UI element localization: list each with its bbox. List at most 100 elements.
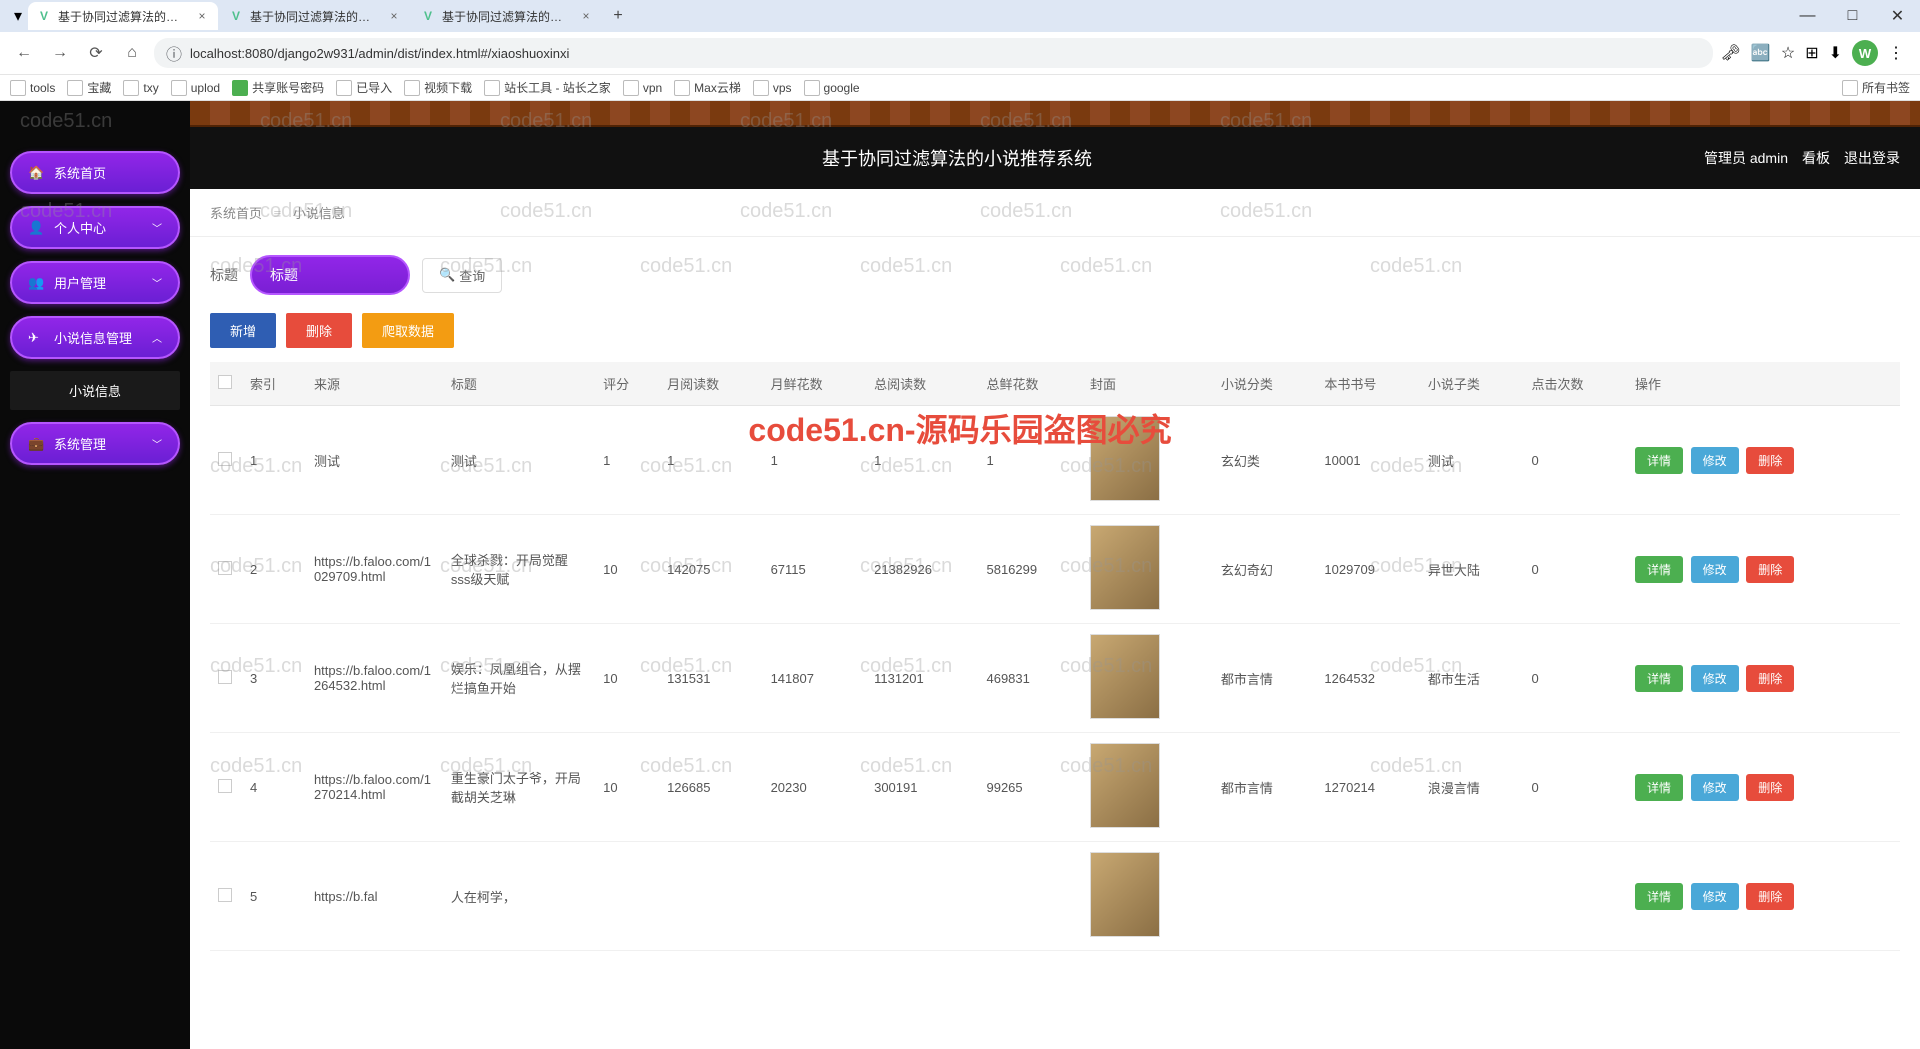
browser-tab[interactable]: V 基于协同过滤算法的小说推荐系 ×: [220, 2, 410, 30]
bookmark-item[interactable]: 站长工具 - 站长之家: [484, 79, 611, 96]
cell-subcat: 测试: [1420, 406, 1524, 515]
add-button[interactable]: 新增: [210, 313, 276, 348]
sidebar-item-novel[interactable]: ✈ 小说信息管理 ︿: [10, 316, 180, 359]
close-window-button[interactable]: ✕: [1875, 0, 1920, 32]
bookmark-star-icon[interactable]: ☆: [1781, 43, 1795, 63]
cell-tflower: 99265: [978, 733, 1082, 842]
browser-tab[interactable]: V 基于协同过滤算法的小说推荐系 ×: [28, 2, 218, 30]
cover-image: [1090, 852, 1160, 937]
logout-link[interactable]: 退出登录: [1844, 148, 1900, 168]
table-row: 5 https://b.fal 人在柯学， 详情 修改 删除: [210, 842, 1900, 951]
search-title-select[interactable]: 标题: [250, 255, 410, 295]
browser-tab[interactable]: V 基于协同过滤算法的小说推荐系 ×: [412, 2, 602, 30]
new-tab-button[interactable]: +: [604, 2, 632, 30]
bookmark-item[interactable]: 宝藏: [67, 79, 111, 96]
bookmark-item[interactable]: 共享账号密码: [232, 79, 324, 96]
edit-button[interactable]: 修改: [1691, 665, 1739, 692]
row-delete-button[interactable]: 删除: [1746, 883, 1794, 910]
th-mflower: 月鲜花数: [763, 362, 867, 406]
cell-cover: [1082, 406, 1213, 515]
url-bar[interactable]: ⓘ localhost:8080/django2w931/admin/dist/…: [154, 38, 1713, 68]
edit-button[interactable]: 修改: [1691, 556, 1739, 583]
forward-button[interactable]: →: [46, 39, 74, 67]
breadcrumb-root[interactable]: 系统首页: [210, 206, 262, 221]
cell-tread: 21382926: [866, 515, 978, 624]
th-subcat: 小说子类: [1420, 362, 1524, 406]
row-delete-button[interactable]: 删除: [1746, 774, 1794, 801]
cell-book: 1264532: [1316, 624, 1420, 733]
bookmark-item[interactable]: tools: [10, 80, 55, 96]
select-all-checkbox[interactable]: [218, 375, 232, 389]
profile-avatar[interactable]: W: [1852, 40, 1878, 66]
row-delete-button[interactable]: 删除: [1746, 447, 1794, 474]
board-link[interactable]: 看板: [1802, 148, 1830, 168]
cell-mflower: 141807: [763, 624, 867, 733]
novel-table: 索引 来源 标题 评分 月阅读数 月鲜花数 总阅读数 总鲜花数 封面 小说分类 …: [210, 362, 1900, 951]
cell-tflower: [978, 842, 1082, 951]
cell-index: 2: [242, 515, 306, 624]
crawl-button[interactable]: 爬取数据: [362, 313, 454, 348]
cell-source: https://b.faloo.com/1264532.html: [306, 624, 443, 733]
sidebar-subitem-novel-info[interactable]: 小说信息: [10, 371, 180, 410]
bookmark-item[interactable]: vps: [753, 80, 792, 96]
edit-button[interactable]: 修改: [1691, 447, 1739, 474]
bookmark-item[interactable]: 已导入: [336, 79, 392, 96]
translate-icon[interactable]: 🔤: [1751, 43, 1771, 63]
bookmark-item[interactable]: uplod: [171, 80, 220, 96]
users-icon: 👥: [28, 275, 44, 291]
cell-score: [595, 842, 659, 951]
all-bookmarks[interactable]: 所有书签: [1842, 79, 1910, 96]
th-index: 索引: [242, 362, 306, 406]
extensions-icon[interactable]: ⊞: [1805, 43, 1818, 63]
app-header: 基于协同过滤算法的小说推荐系统 管理员 admin 看板 退出登录: [190, 127, 1920, 189]
home-button[interactable]: ⌂: [118, 39, 146, 67]
edit-button[interactable]: 修改: [1691, 774, 1739, 801]
admin-label[interactable]: 管理员 admin: [1704, 148, 1788, 168]
delete-button[interactable]: 删除: [286, 313, 352, 348]
detail-button[interactable]: 详情: [1635, 774, 1683, 801]
site-info-icon[interactable]: ⓘ: [166, 41, 182, 65]
close-icon[interactable]: ×: [386, 8, 402, 24]
minimize-button[interactable]: —: [1785, 0, 1830, 32]
sidebar-item-users[interactable]: 👥 用户管理 ﹀: [10, 261, 180, 304]
briefcase-icon: 💼: [28, 436, 44, 452]
bookmark-item[interactable]: google: [804, 80, 860, 96]
maximize-button[interactable]: □: [1830, 0, 1875, 32]
menu-icon[interactable]: ⋮: [1888, 43, 1904, 63]
detail-button[interactable]: 详情: [1635, 883, 1683, 910]
row-delete-button[interactable]: 删除: [1746, 556, 1794, 583]
cell-mread: 1: [659, 406, 763, 515]
close-icon[interactable]: ×: [578, 8, 594, 24]
reload-button[interactable]: ⟳: [82, 39, 110, 67]
cell-book: 10001: [1316, 406, 1420, 515]
row-checkbox[interactable]: [218, 779, 232, 793]
cell-cover: [1082, 733, 1213, 842]
sidebar-item-label: 系统管理: [54, 434, 106, 453]
cell-mread: 131531: [659, 624, 763, 733]
row-checkbox[interactable]: [218, 670, 232, 684]
close-icon[interactable]: ×: [194, 8, 210, 24]
bookmark-item[interactable]: 视频下载: [404, 79, 472, 96]
browser-tabs: ▾ V 基于协同过滤算法的小说推荐系 × V 基于协同过滤算法的小说推荐系 × …: [0, 0, 1920, 32]
bookmark-item[interactable]: txy: [123, 80, 158, 96]
edit-button[interactable]: 修改: [1691, 883, 1739, 910]
row-checkbox[interactable]: [218, 888, 232, 902]
search-button[interactable]: 🔍 查询: [422, 258, 502, 293]
sidebar-item-profile[interactable]: 👤 个人中心 ﹀: [10, 206, 180, 249]
row-checkbox[interactable]: [218, 452, 232, 466]
url-text: localhost:8080/django2w931/admin/dist/in…: [190, 46, 1701, 61]
bookmark-item[interactable]: Max云梯: [674, 79, 741, 96]
password-icon[interactable]: 🗝: [1721, 43, 1741, 63]
row-checkbox[interactable]: [218, 561, 232, 575]
row-delete-button[interactable]: 删除: [1746, 665, 1794, 692]
download-icon[interactable]: ⬇: [1829, 43, 1842, 63]
detail-button[interactable]: 详情: [1635, 665, 1683, 692]
detail-button[interactable]: 详情: [1635, 556, 1683, 583]
sidebar-item-system[interactable]: 💼 系统管理 ﹀: [10, 422, 180, 465]
bookmark-item[interactable]: vpn: [623, 80, 662, 96]
sidebar-item-home[interactable]: 🏠 系统首页: [10, 151, 180, 194]
tab-dropdown[interactable]: ▾: [8, 6, 28, 26]
detail-button[interactable]: 详情: [1635, 447, 1683, 474]
breadcrumb-current: 小说信息: [293, 206, 345, 221]
back-button[interactable]: ←: [10, 39, 38, 67]
